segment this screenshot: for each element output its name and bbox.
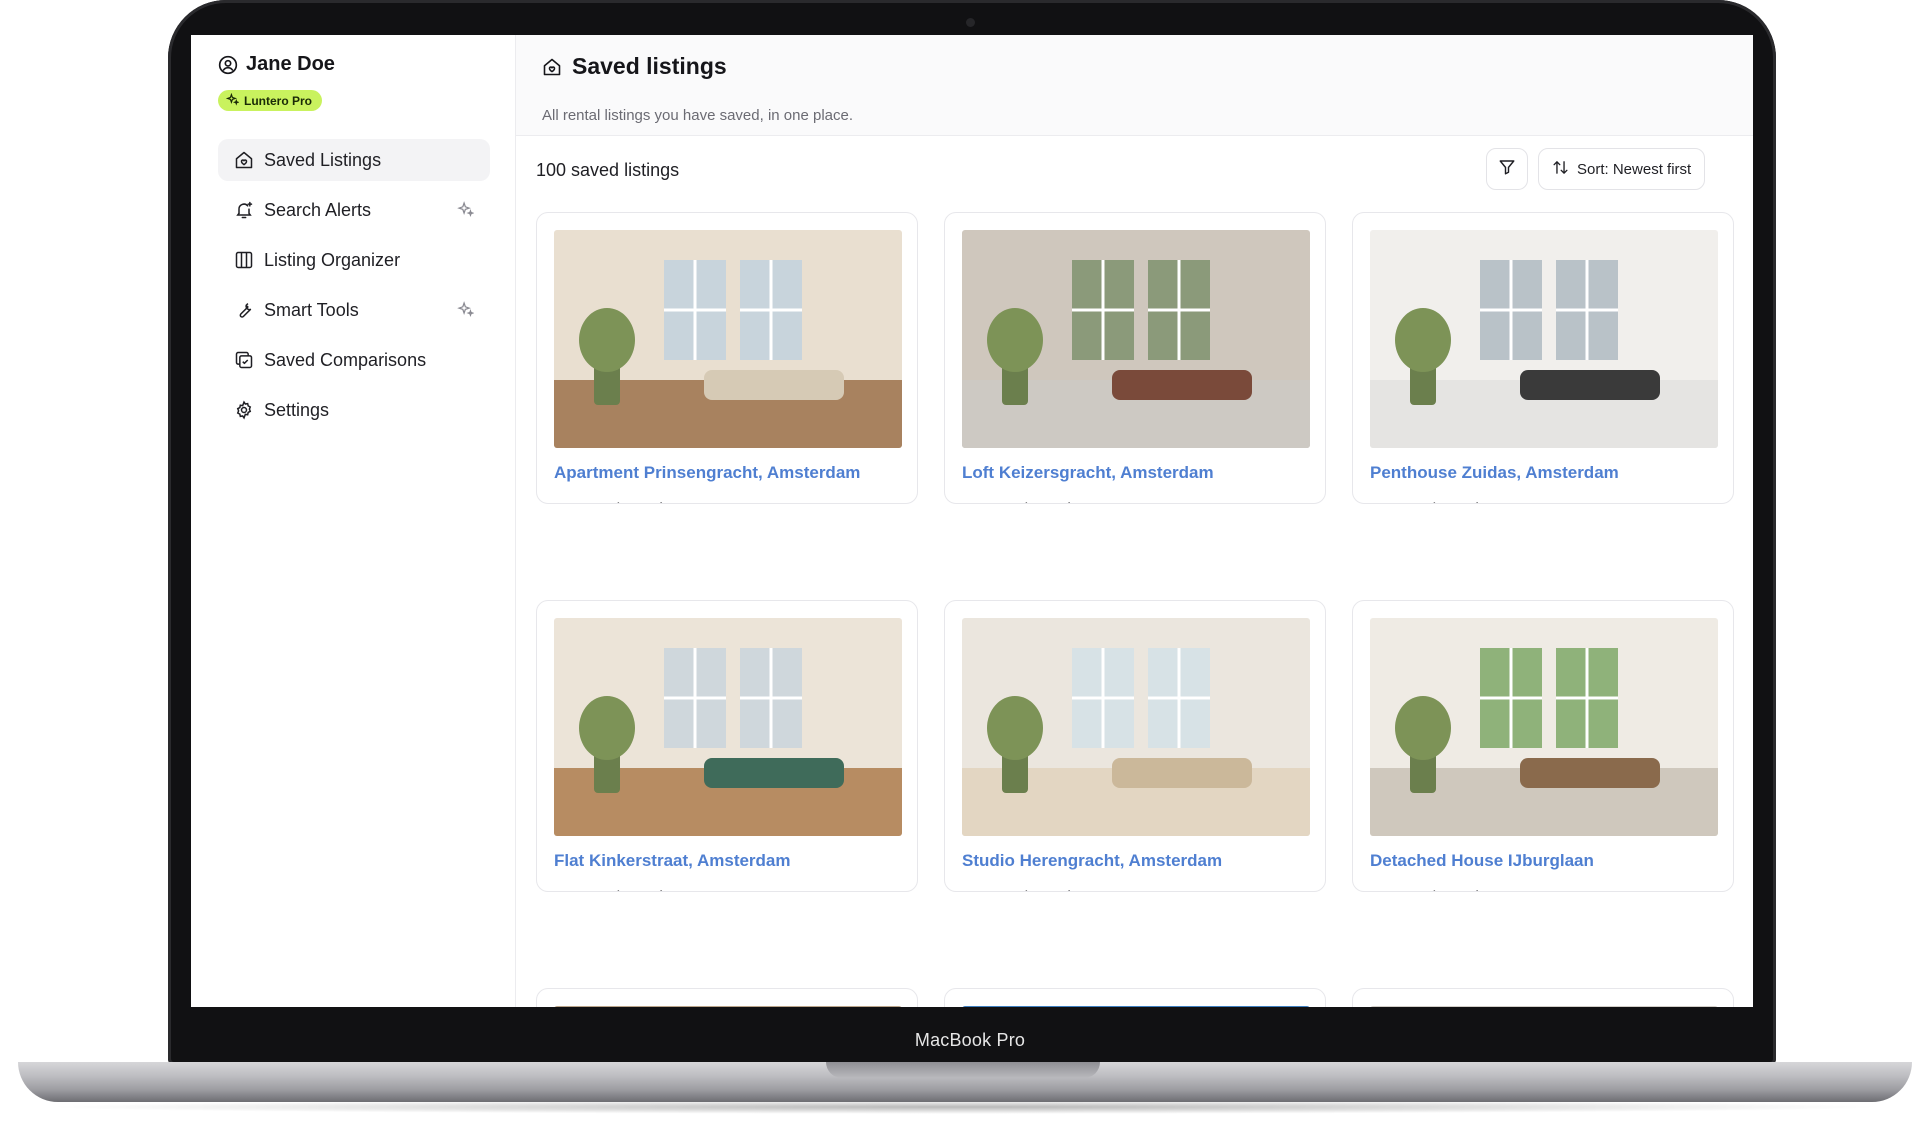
sidebar-item-smart-tools[interactable]: Smart Tools: [218, 289, 490, 331]
sidebar-item-label: Saved Comparisons: [264, 349, 427, 370]
gear-icon: [234, 400, 254, 420]
columns-icon: [234, 250, 254, 270]
price-amount: €5,200: [1370, 500, 1425, 503]
pro-badge-label: Luntero Pro: [244, 93, 312, 108]
listing-title[interactable]: Flat Kinkerstraat, Amsterdam: [554, 851, 791, 871]
price-amount: €2,850: [554, 500, 609, 503]
sidebar-item-saved-comparisons[interactable]: Saved Comparisons: [218, 339, 490, 381]
listing-card[interactable]: Flat Kinkerstraat, Amsterdam €2,300 /mont…: [536, 600, 918, 892]
listing-photo[interactable]: [962, 618, 1310, 836]
sidebar-nav: Saved Listings Search Alerts Listing Org…: [218, 139, 490, 439]
listing-card[interactable]: [536, 988, 918, 1007]
sort-button[interactable]: Sort: Newest first: [1538, 148, 1706, 190]
listing-title[interactable]: Studio Herengracht, Amsterdam: [962, 851, 1222, 871]
listing-card[interactable]: Loft Keizersgracht, Amsterdam €3,400 /mon…: [944, 212, 1326, 504]
listing-title[interactable]: Detached House IJburglaan: [1370, 851, 1594, 871]
page-subtitle: All rental listings you have saved, in o…: [542, 107, 854, 124]
user-name: Jane Doe: [246, 53, 335, 75]
filter-icon: [1498, 158, 1516, 181]
page-header: Saved listings All rental listings you h…: [516, 35, 1753, 136]
listing-photo[interactable]: [554, 230, 902, 448]
price-amount: €3,800: [1370, 888, 1425, 891]
bell-icon: [234, 200, 254, 220]
listing-photo[interactable]: [1370, 618, 1718, 836]
sparkle-icon: [457, 301, 475, 323]
sidebar-item-settings[interactable]: Settings: [218, 389, 490, 431]
sort-label: Sort: Newest first: [1577, 160, 1692, 178]
sidebar-item-label: Smart Tools: [264, 299, 359, 320]
compare-icon: [234, 350, 254, 370]
pro-badge: Luntero Pro: [218, 90, 322, 111]
sidebar-item-listing-organizer[interactable]: Listing Organizer: [218, 239, 490, 281]
sort-arrows-icon: [1552, 159, 1569, 180]
screen: Jane Doe Luntero Pro Saved Listings Sear…: [191, 35, 1753, 1007]
listing-photo[interactable]: [962, 230, 1310, 448]
filter-button[interactable]: [1486, 148, 1528, 190]
wrench-icon: [234, 300, 254, 320]
price-period: /month: [1430, 500, 1485, 503]
sparkle-icon: [457, 201, 475, 223]
price-period: /month: [614, 500, 669, 503]
main-content: Saved listings All rental listings you h…: [516, 35, 1753, 1007]
listing-photo[interactable]: [1370, 230, 1718, 448]
listing-card[interactable]: [1352, 988, 1734, 1007]
device-model-label: MacBook Pro: [914, 1030, 1026, 1050]
listing-photo[interactable]: [1370, 1006, 1718, 1007]
sidebar-item-search-alerts[interactable]: Search Alerts: [218, 189, 490, 231]
listing-price: €2,850 /month: [554, 500, 669, 503]
laptop-shadow: [40, 1100, 1890, 1114]
listing-price: €5,200 /month: [1370, 500, 1485, 503]
user-circle-icon: [218, 55, 238, 75]
price-period: /month: [614, 888, 669, 891]
listing-card[interactable]: Penthouse Zuidas, Amsterdam €5,200 /month…: [1352, 212, 1734, 504]
laptop-notch: [826, 1062, 1100, 1078]
sidebar: Jane Doe Luntero Pro Saved Listings Sear…: [191, 35, 516, 1007]
price-amount: €3,400: [962, 500, 1017, 503]
camera-dot: [966, 18, 975, 27]
sidebar-item-saved-listings[interactable]: Saved Listings: [218, 139, 490, 181]
listing-price: €3,800 /month: [1370, 888, 1485, 891]
price-period: /month: [1022, 500, 1077, 503]
listing-price: €1,950 /month: [962, 888, 1077, 891]
listing-title[interactable]: Penthouse Zuidas, Amsterdam: [1370, 463, 1619, 483]
page-title: Saved listings: [542, 53, 727, 80]
user-profile[interactable]: Jane Doe: [218, 53, 335, 76]
price-period: /month: [1430, 888, 1485, 891]
listing-card[interactable]: Apartment Prinsengracht, Amsterdam €2,850…: [536, 212, 918, 504]
page-title-text: Saved listings: [572, 53, 727, 79]
listing-title[interactable]: Loft Keizersgracht, Amsterdam: [962, 463, 1214, 483]
listing-card[interactable]: [944, 988, 1326, 1007]
sidebar-item-label: Listing Organizer: [264, 249, 401, 270]
sidebar-item-label: Saved Listings: [264, 149, 382, 170]
price-amount: €2,300: [554, 888, 609, 891]
listing-price: €2,300 /month: [554, 888, 669, 891]
listing-price: €3,400 /month: [962, 500, 1077, 503]
price-amount: €1,950: [962, 888, 1017, 891]
price-period: /month: [1022, 888, 1077, 891]
sidebar-item-label: Settings: [264, 399, 330, 420]
home-icon: [542, 57, 562, 77]
home-icon: [234, 150, 254, 170]
sparkle-icon: [225, 92, 240, 109]
listing-card[interactable]: Studio Herengracht, Amsterdam €1,950 /mon…: [944, 600, 1326, 892]
listing-count: 100 saved listings: [536, 160, 680, 180]
listing-photo[interactable]: [554, 618, 902, 836]
listing-photo[interactable]: [962, 1006, 1310, 1007]
listing-title[interactable]: Apartment Prinsengracht, Amsterdam: [554, 463, 860, 483]
sidebar-item-label: Search Alerts: [264, 199, 372, 220]
listing-photo[interactable]: [554, 1006, 902, 1007]
listing-card[interactable]: Detached House IJburglaan€3,800 /month16…: [1352, 600, 1734, 892]
